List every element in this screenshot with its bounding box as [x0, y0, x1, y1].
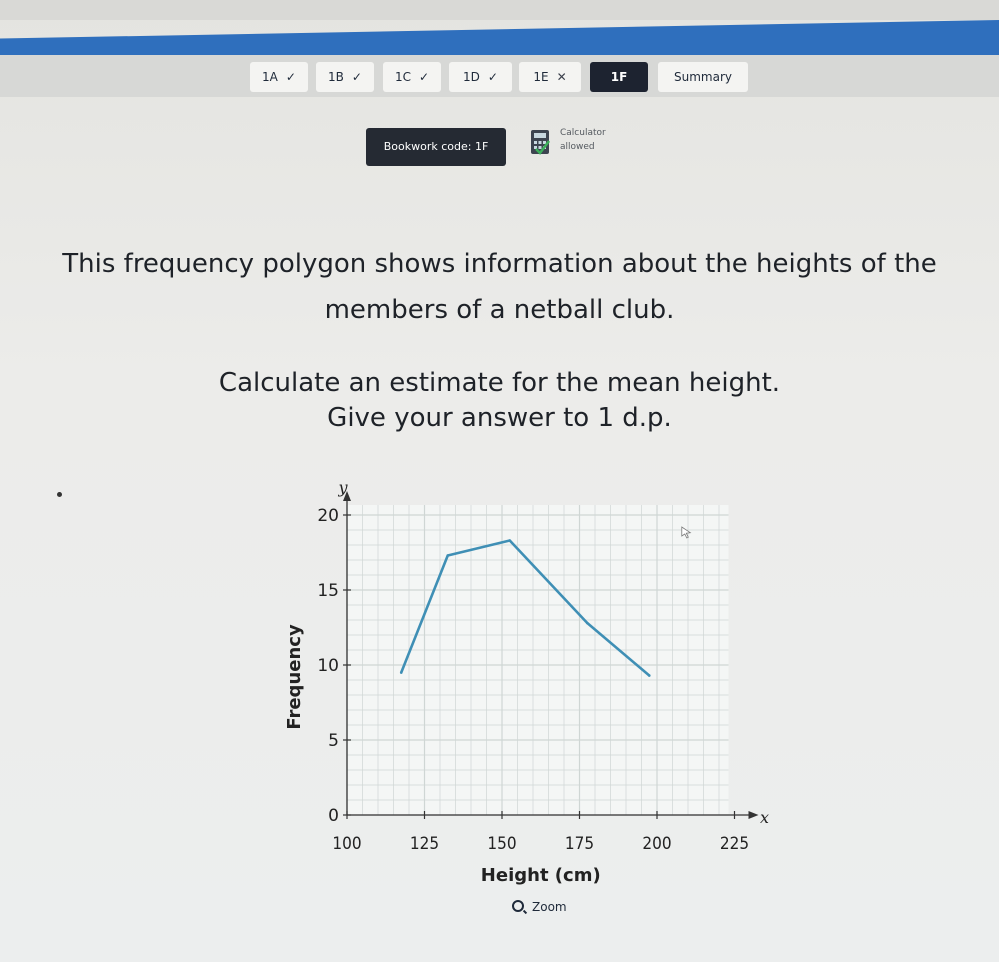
cross-icon: ✕	[556, 70, 567, 84]
bullet-dot	[57, 492, 62, 497]
tab-1d[interactable]: 1D ✓	[449, 62, 512, 92]
x-axis-symbol: x	[760, 808, 769, 827]
x-tick-label: 175	[565, 834, 594, 854]
check-icon: ✓	[285, 70, 296, 84]
y-tick-label: 20	[317, 506, 339, 526]
tab-label: 1C	[394, 70, 411, 84]
zoom-label: Zoom	[532, 900, 567, 914]
y-tick-label: 10	[317, 656, 339, 676]
browser-top-strip	[0, 0, 999, 20]
y-tick-label: 0	[328, 806, 339, 826]
data-point	[508, 539, 512, 542]
y-tick-label: 5	[328, 731, 339, 751]
tab-label: 1D	[463, 70, 480, 84]
bookwork-code-badge: Bookwork code: 1F	[366, 128, 506, 166]
check-icon: ✓	[418, 70, 430, 84]
calculator-icon	[531, 130, 550, 155]
x-tick-label: 150	[487, 834, 516, 854]
calculator-allowed-text: Calculator allowed	[560, 126, 606, 154]
tab-1b[interactable]: 1B ✓	[316, 62, 374, 92]
tab-label: 1F	[610, 70, 628, 84]
question-line-3: Calculate an estimate for the mean heigh…	[218, 368, 781, 398]
y-axis-label: Frequency	[284, 624, 305, 730]
data-point	[585, 621, 589, 625]
calculator-status: allowed	[560, 142, 595, 152]
tab-summary[interactable]: Summary	[658, 62, 748, 92]
grid-background	[347, 505, 729, 815]
tab-label: 1B	[328, 70, 344, 84]
data-point	[399, 671, 403, 674]
data-point	[647, 674, 651, 677]
tab-1a[interactable]: 1A ✓	[250, 62, 308, 92]
tab-1c[interactable]: 1C ✓	[383, 62, 441, 92]
check-icon: ✓	[487, 70, 498, 84]
zoom-button[interactable]: Zoom	[512, 900, 567, 914]
frequency-polygon-chart: 100 125 150 175 200 225 0 5 10 15 20 y x Height (cm) F…	[284, 478, 769, 886]
y-tick-label: 15	[317, 581, 339, 601]
tab-label: Summary	[674, 70, 732, 84]
x-tick-label: 125	[410, 834, 439, 854]
x-tick-label: 225	[720, 834, 749, 854]
x-axis-label: Height (cm)	[481, 865, 601, 886]
x-tick-label: 200	[642, 834, 671, 854]
tab-1e[interactable]: 1E ✕	[519, 62, 581, 92]
data-point	[446, 554, 450, 557]
tab-label: 1A	[262, 70, 278, 84]
x-tick-label: 100	[332, 834, 361, 854]
calculator-label: Calculator	[560, 128, 606, 138]
tab-label: 1E	[533, 70, 549, 84]
question-line-1: This frequency polygon shows information…	[62, 249, 937, 279]
y-axis-symbol: y	[337, 478, 348, 497]
question-line-4: Give your answer to 1 d.p.	[327, 403, 672, 433]
question-line-2: members of a netball club.	[324, 295, 675, 325]
magnifier-icon	[512, 900, 524, 912]
x-axis-arrow	[748, 811, 759, 819]
tab-1f[interactable]: 1F	[590, 62, 648, 92]
check-icon: ✓	[351, 70, 362, 84]
